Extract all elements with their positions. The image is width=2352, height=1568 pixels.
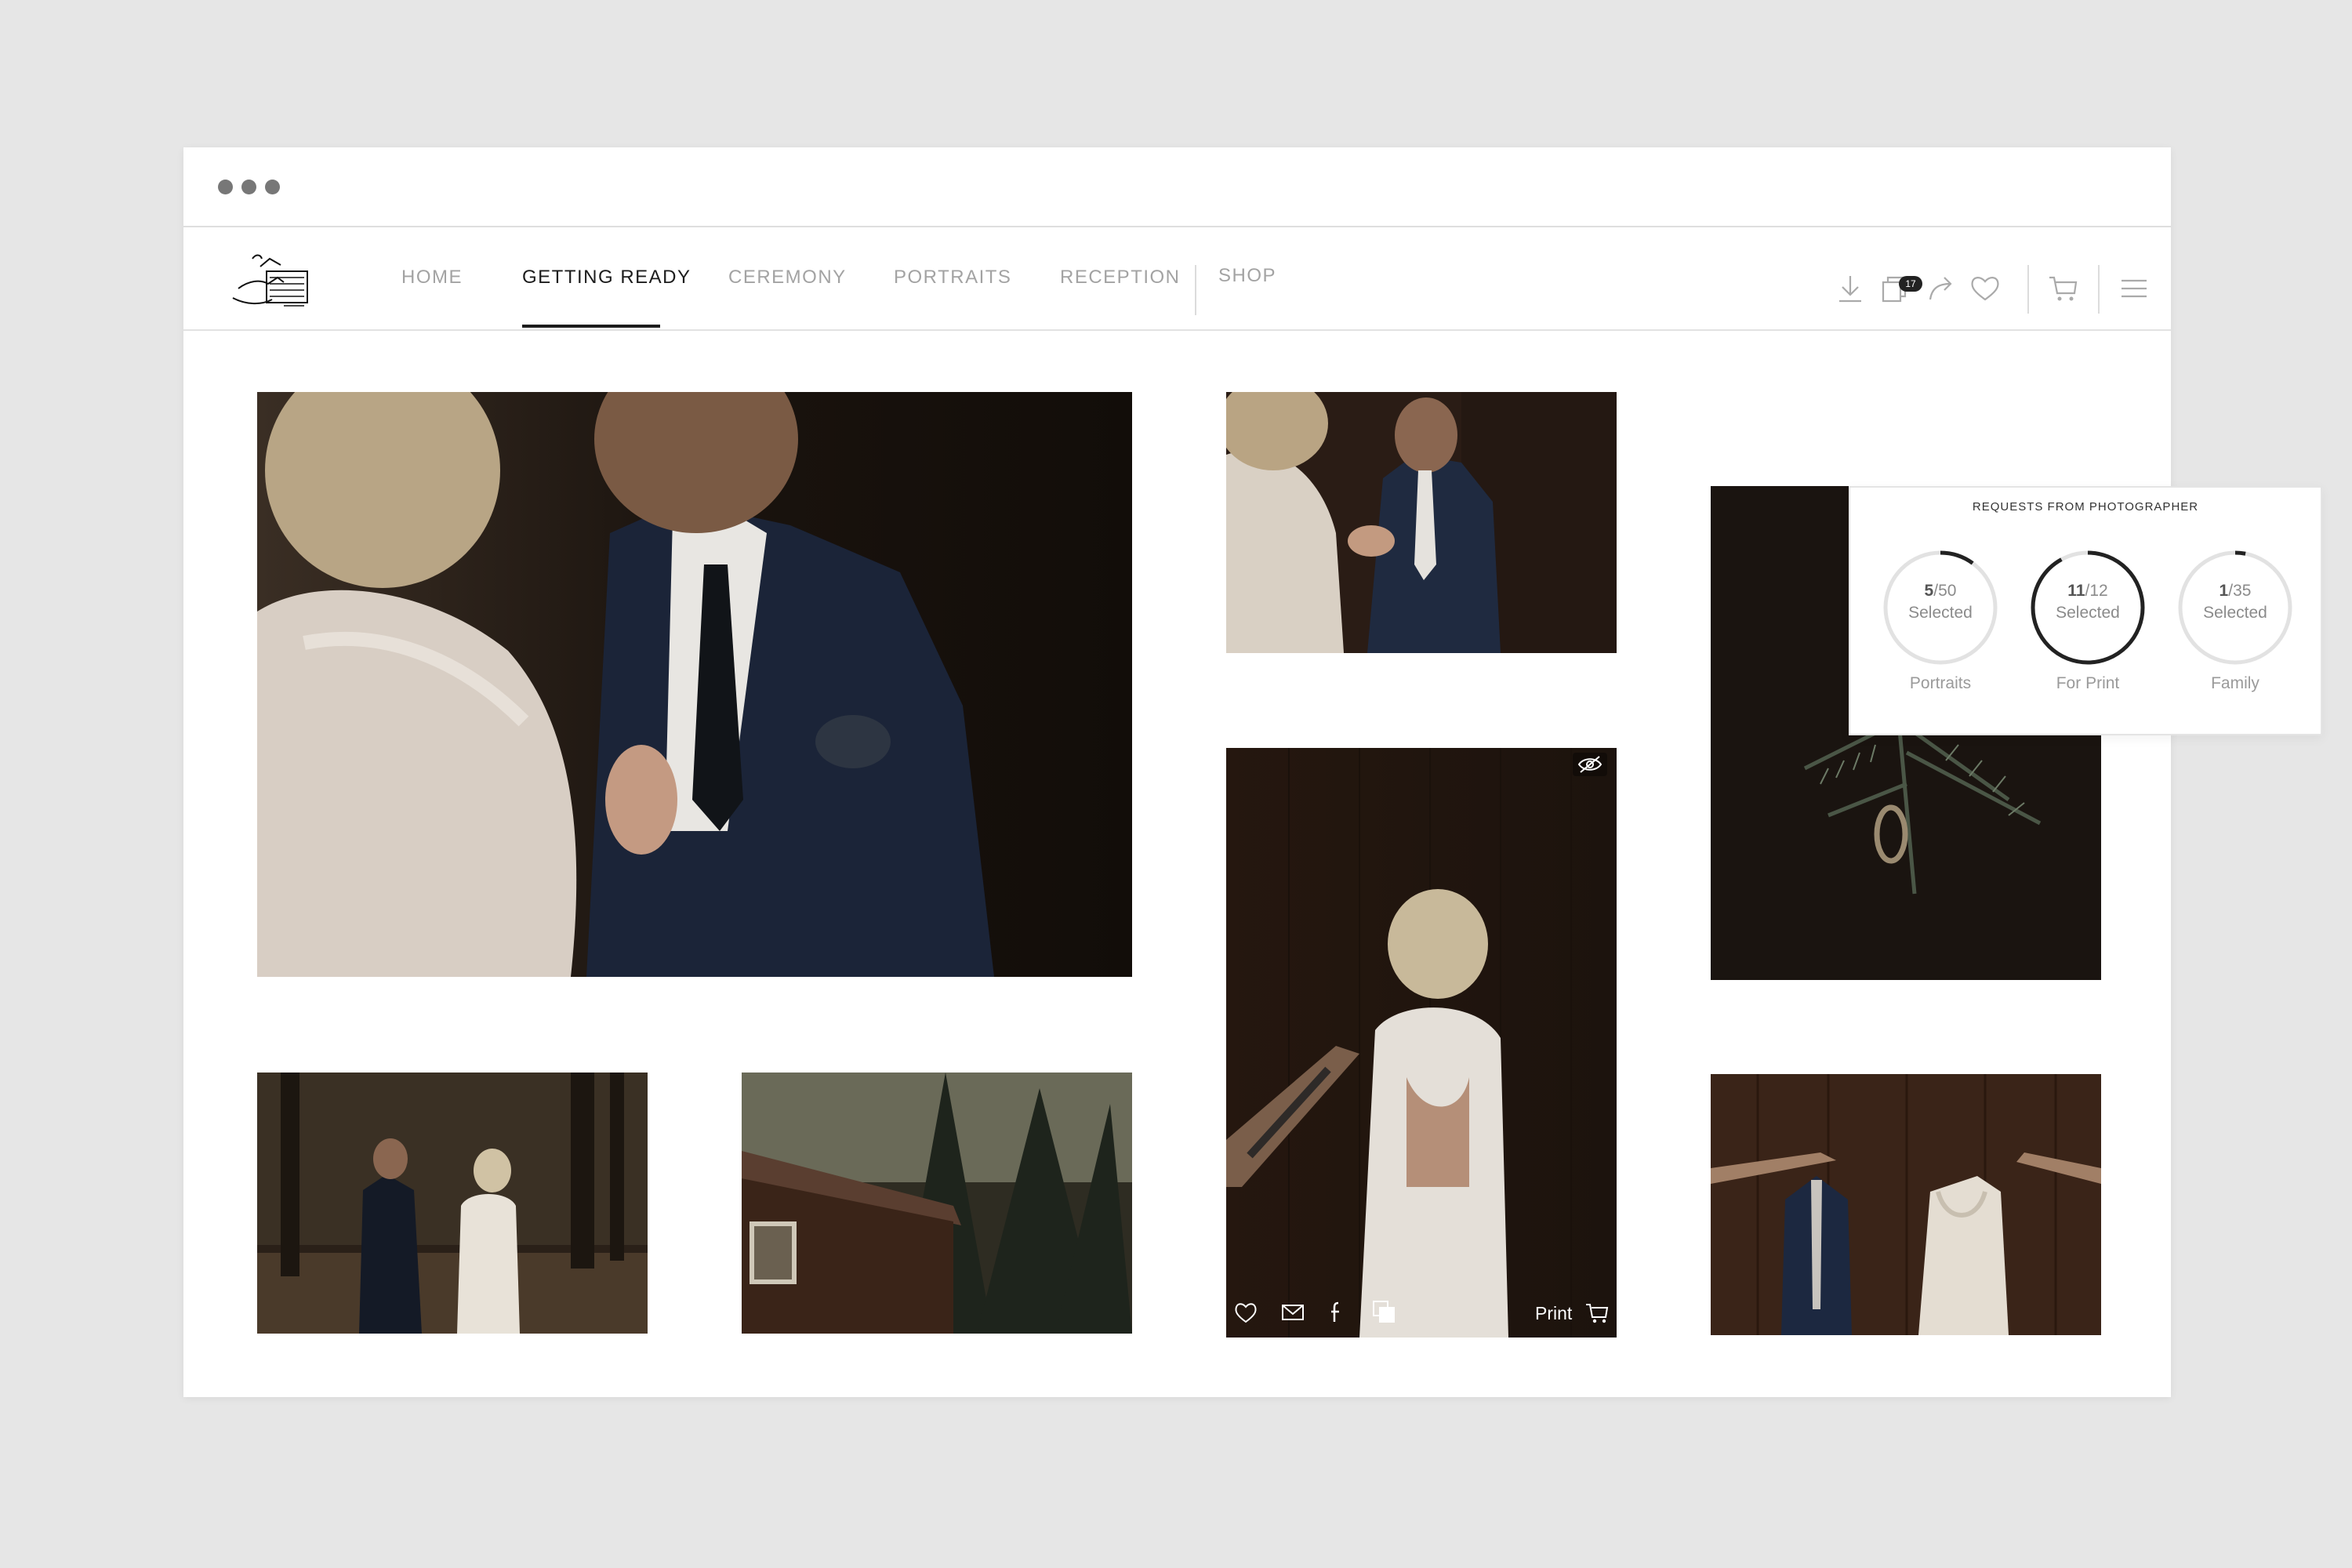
studio-logo[interactable] xyxy=(229,243,315,315)
window-dot-minimize[interactable] xyxy=(241,180,256,194)
cart-icon[interactable] xyxy=(1584,1300,1610,1325)
print-label[interactable]: Print xyxy=(1535,1303,1572,1324)
nav-item-portraits[interactable]: PORTRAITS xyxy=(894,267,1011,289)
nav-divider xyxy=(1195,265,1196,315)
menu-icon[interactable] xyxy=(2117,271,2151,306)
active-tab-indicator xyxy=(522,325,660,328)
actions-divider xyxy=(2098,265,2100,314)
download-icon[interactable] xyxy=(1833,271,1867,306)
copy-icon[interactable] xyxy=(1370,1298,1397,1325)
ring-label-for-print: For Print xyxy=(2056,674,2120,692)
mail-icon[interactable] xyxy=(1279,1301,1306,1323)
eye-hidden-icon[interactable] xyxy=(1573,753,1607,776)
requests-panel: REQUESTS FROM PHOTOGRAPHER 5/50 Selected… xyxy=(1849,486,2322,735)
facebook-icon[interactable] xyxy=(1327,1300,1345,1325)
ring-text-portraits: 5/50 Selected xyxy=(1908,582,1973,622)
photo-cabin-forest[interactable] xyxy=(742,1073,1132,1334)
ring-text-for-print: 11/12 Selected xyxy=(2056,582,2120,622)
share-icon[interactable] xyxy=(1924,271,1958,306)
photo-suit-dress-hangers[interactable] xyxy=(1711,1074,2101,1335)
nav-item-reception[interactable]: RECEPTION xyxy=(1060,267,1181,289)
nav-item-getting-ready[interactable]: GETTING READY xyxy=(522,267,691,289)
window-titlebar xyxy=(183,147,2171,227)
window-dot-close[interactable] xyxy=(218,180,233,194)
main-navigation: HOME GETTING READY CEREMONY PORTRAITS RE… xyxy=(183,227,2171,331)
heart-icon[interactable] xyxy=(1968,271,2002,306)
photo-bride-groom-closeup[interactable] xyxy=(257,392,1132,977)
actions-divider xyxy=(2027,265,2029,314)
heart-icon[interactable] xyxy=(1232,1300,1259,1325)
nav-item-shop[interactable]: SHOP xyxy=(1218,265,1276,287)
photo-bride-dress-buttoning[interactable]: Print xyxy=(1226,748,1617,1338)
nav-item-ceremony[interactable]: CEREMONY xyxy=(728,267,847,289)
photo-bride-fixing-suit[interactable] xyxy=(1226,392,1617,653)
selection-count-badge: 17 xyxy=(1899,276,1922,292)
ring-label-portraits: Portraits xyxy=(1909,674,1972,692)
ring-label-family: Family xyxy=(2211,674,2259,692)
requests-panel-title: REQUESTS FROM PHOTOGRAPHER xyxy=(1972,500,2199,514)
ring-text-family: 1/35 Selected xyxy=(2203,582,2267,622)
nav-item-home[interactable]: HOME xyxy=(401,267,463,289)
window-dot-maximize[interactable] xyxy=(265,180,280,194)
browser-window: HOME GETTING READY CEREMONY PORTRAITS RE… xyxy=(183,147,2322,1397)
photo-couple-forest[interactable] xyxy=(257,1073,648,1334)
cart-icon[interactable] xyxy=(2046,271,2081,306)
